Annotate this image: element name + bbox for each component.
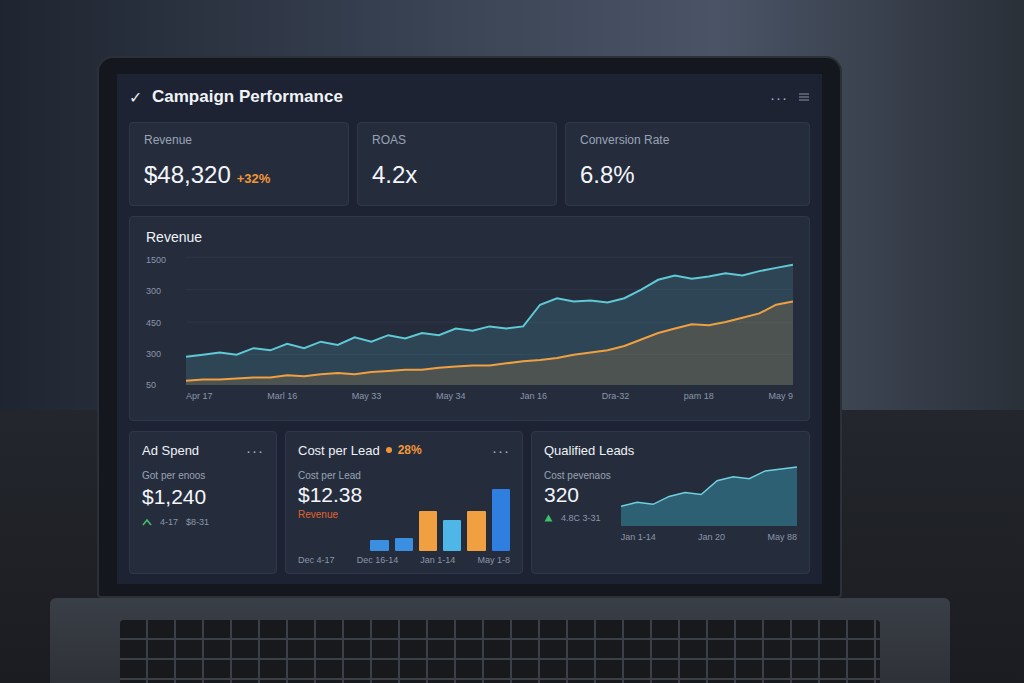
list-icon[interactable] [798, 91, 810, 103]
kpi-delta: +32% [237, 171, 271, 186]
card-delta: 28% [398, 443, 422, 457]
x-tick: Jan 1-14 [621, 532, 656, 542]
y-tick: 450 [146, 318, 176, 328]
ad-spend-card: Ad Spend ··· Got per enoos $1,240 4-17 $8-31 [129, 431, 277, 574]
x-axis: Apr 17 Marl 16 May 33 May 34 Jan 16 Dra-32 pam… [186, 391, 793, 401]
card-value: 320 [544, 483, 611, 507]
x-tick: May 1-8 [477, 555, 510, 565]
y-tick: 300 [146, 286, 176, 296]
bar[interactable] [395, 538, 413, 551]
kpi-card: Revenue $48,320 +32% [129, 122, 349, 206]
y-tick: 1500 [146, 255, 176, 265]
menu-button[interactable]: ··· [770, 89, 788, 106]
laptop-screen: ✓ Campaign Performance ··· Revenue $48,320 +3… [97, 56, 842, 598]
kpi-row: Revenue $48,320 +32% ROAS 4.2x Conversion Rat… [129, 122, 810, 206]
kpi-label: ROAS [372, 133, 542, 147]
trend-up-icon [544, 514, 553, 522]
card-title: Ad Spend [142, 443, 199, 458]
card-label: Cost pevenaos [544, 470, 611, 481]
x-tick: Dra-32 [602, 391, 630, 401]
revenue-chart: Revenue 1500 300 450 300 50 Apr 17 Marl 16 May 3… [129, 216, 810, 421]
bar[interactable] [467, 511, 485, 551]
x-tick: Jan 20 [698, 532, 725, 542]
card-label: Got per enoos [142, 470, 264, 481]
chart-plot [186, 255, 793, 385]
x-tick: pam 18 [684, 391, 714, 401]
check-icon: ✓ [129, 88, 142, 107]
card-label: Cost per Lead [298, 470, 362, 481]
x-tick: May 33 [352, 391, 382, 401]
menu-button[interactable]: ··· [492, 442, 510, 459]
kpi-label: Conversion Rate [580, 133, 795, 147]
dashboard-header: ✓ Campaign Performance ··· [129, 82, 810, 112]
trend-value: 4.8C 3-31 [561, 513, 601, 523]
series-area [186, 301, 793, 385]
chart-title: Revenue [146, 229, 793, 245]
bar[interactable] [419, 511, 437, 551]
kpi-card: ROAS 4.2x [357, 122, 557, 206]
kpi-value: 4.2x [372, 161, 417, 189]
trend-up-icon [142, 518, 152, 526]
trend-from: 4-17 [160, 517, 178, 527]
x-tick: Dec 4-17 [298, 555, 335, 565]
card-value: $1,240 [142, 485, 264, 509]
bar-chart [370, 489, 510, 551]
x-tick: Jan 16 [520, 391, 547, 401]
cost-per-lead-card: Cost per Lead 28% ··· Cost per Lead $12.38 Re… [285, 431, 523, 574]
series-area [186, 265, 793, 385]
kpi-value: 6.8% [580, 161, 635, 189]
series-line[interactable] [621, 467, 797, 506]
kpi-value: $48,320 [144, 161, 231, 189]
menu-button[interactable]: ··· [246, 442, 264, 459]
bar[interactable] [370, 540, 388, 551]
x-tick: Marl 16 [267, 391, 297, 401]
x-tick: May 34 [436, 391, 466, 401]
bar[interactable] [492, 489, 510, 551]
laptop: ✓ Campaign Performance ··· Revenue $48,320 +3… [0, 56, 1024, 683]
card-title: Cost per Lead [298, 443, 380, 458]
x-tick: May 9 [768, 391, 793, 401]
x-tick: Jan 1-14 [420, 555, 455, 565]
delta-dot-icon [386, 447, 392, 453]
card-sublabel: Revenue [298, 509, 362, 520]
trend-to: $8-31 [186, 517, 209, 527]
office-scene: ✓ Campaign Performance ··· Revenue $48,320 +3… [0, 0, 1024, 683]
card-title: Qualified Leads [544, 443, 634, 458]
keyboard[interactable] [120, 620, 880, 683]
y-tick: 50 [146, 380, 176, 390]
x-tick: Apr 17 [186, 391, 213, 401]
x-tick: Dec 16-14 [357, 555, 399, 565]
bar[interactable] [443, 520, 461, 551]
dashboard-title: Campaign Performance [152, 87, 343, 107]
kpi-label: Revenue [144, 133, 334, 147]
dashboard: ✓ Campaign Performance ··· Revenue $48,320 +3… [117, 74, 822, 584]
x-tick: May 88 [767, 532, 797, 542]
laptop-base [50, 598, 950, 683]
leads-area-chart [621, 464, 797, 526]
y-tick: 300 [146, 349, 176, 359]
y-axis: 1500 300 450 300 50 [146, 255, 176, 412]
card-value: $12.38 [298, 483, 362, 507]
bottom-row: Ad Spend ··· Got per enoos $1,240 4-17 $8-31 C… [129, 431, 810, 574]
qualified-leads-card: Qualified Leads Cost pevenaos 320 4.8C 3-31… [531, 431, 810, 574]
series-line[interactable] [186, 301, 793, 380]
kpi-card: Conversion Rate 6.8% [565, 122, 810, 206]
